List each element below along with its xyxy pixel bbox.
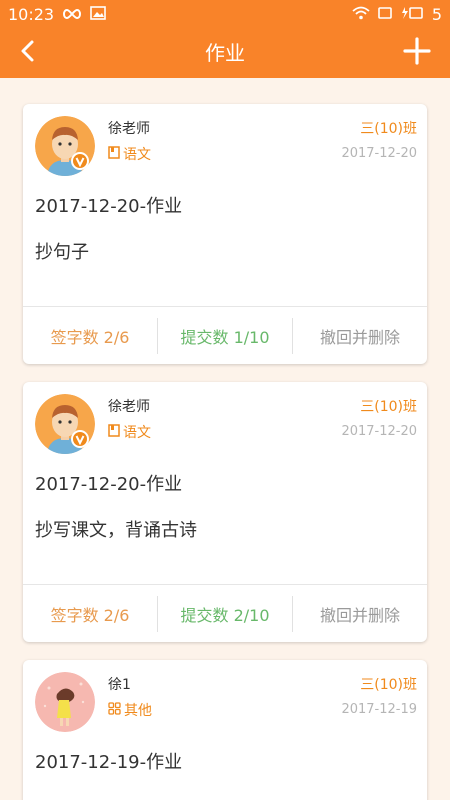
homework-card[interactable]: 徐老师 语文 三(10)班 2017-12-20 2017-12-20-作业 抄… bbox=[23, 104, 427, 364]
homework-title: 2017-12-19-作业 bbox=[35, 752, 183, 773]
homework-list: 徐老师 语文 三(10)班 2017-12-20 2017-12-20-作业 抄… bbox=[0, 78, 450, 800]
submit-count-button[interactable]: 提交数 2/10 bbox=[158, 602, 292, 626]
plus-icon bbox=[403, 37, 431, 69]
card-actions: 签字数 2/6 提交数 1/10 撤回并删除 bbox=[23, 306, 427, 364]
subject-label: 语文 bbox=[123, 147, 151, 163]
subject-label: 语文 bbox=[123, 425, 151, 441]
add-homework-button[interactable] bbox=[400, 36, 434, 70]
homework-date: 2017-12-20 bbox=[341, 424, 417, 439]
status-time: 10:23 bbox=[8, 4, 55, 24]
subject-tag: 其他 bbox=[108, 700, 152, 720]
teacher-avatar-icon bbox=[35, 394, 95, 454]
avatar bbox=[35, 116, 95, 176]
homework-date: 2017-12-20 bbox=[341, 146, 417, 161]
withdraw-delete-button[interactable]: 撤回并删除 bbox=[293, 324, 427, 348]
submit-count-button[interactable]: 提交数 1/10 bbox=[158, 324, 292, 348]
sign-count-button[interactable]: 签字数 2/6 bbox=[23, 602, 157, 626]
teacher-name: 徐1 bbox=[108, 677, 131, 693]
grid-icon bbox=[108, 701, 121, 719]
class-name: 三(10)班 bbox=[360, 399, 417, 415]
homework-content: 抄写课文，背诵古诗 bbox=[35, 520, 197, 541]
book-icon bbox=[108, 145, 120, 163]
sim-icon bbox=[378, 5, 392, 24]
class-name: 三(10)班 bbox=[360, 121, 417, 137]
teacher-name: 徐老师 bbox=[108, 399, 150, 415]
battery-charging-icon bbox=[400, 5, 424, 24]
withdraw-delete-button[interactable]: 撤回并删除 bbox=[293, 602, 427, 626]
homework-title: 2017-12-20-作业 bbox=[35, 196, 183, 217]
card-actions: 签字数 2/6 提交数 2/10 撤回并删除 bbox=[23, 584, 427, 642]
homework-title: 2017-12-20-作业 bbox=[35, 474, 183, 495]
avatar bbox=[35, 394, 95, 454]
subject-label: 其他 bbox=[124, 703, 152, 719]
teacher-name: 徐老师 bbox=[108, 121, 150, 137]
status-bar: 10:23 5 bbox=[0, 0, 450, 28]
subject-tag: 语文 bbox=[108, 422, 151, 442]
girl-avatar-icon bbox=[35, 672, 95, 732]
wifi-icon bbox=[352, 5, 370, 24]
avatar bbox=[35, 672, 95, 732]
subject-tag: 语文 bbox=[108, 144, 151, 164]
homework-card[interactable]: 徐1 其他 三(10)班 2017-12-19 2017-12-19-作业 bbox=[23, 660, 427, 800]
homework-date: 2017-12-19 bbox=[341, 702, 417, 717]
page-title: 作业 bbox=[205, 41, 245, 65]
homework-content: 抄句子 bbox=[35, 242, 89, 263]
teacher-avatar-icon bbox=[35, 116, 95, 176]
book-icon bbox=[108, 423, 120, 441]
battery-level: 5 bbox=[431, 4, 442, 24]
homework-card[interactable]: 徐老师 语文 三(10)班 2017-12-20 2017-12-20-作业 抄… bbox=[23, 382, 427, 642]
infinity-icon bbox=[62, 5, 82, 24]
sign-count-button[interactable]: 签字数 2/6 bbox=[23, 324, 157, 348]
image-icon bbox=[90, 5, 106, 24]
nav-bar: 作业 bbox=[0, 28, 450, 78]
class-name: 三(10)班 bbox=[360, 677, 417, 693]
